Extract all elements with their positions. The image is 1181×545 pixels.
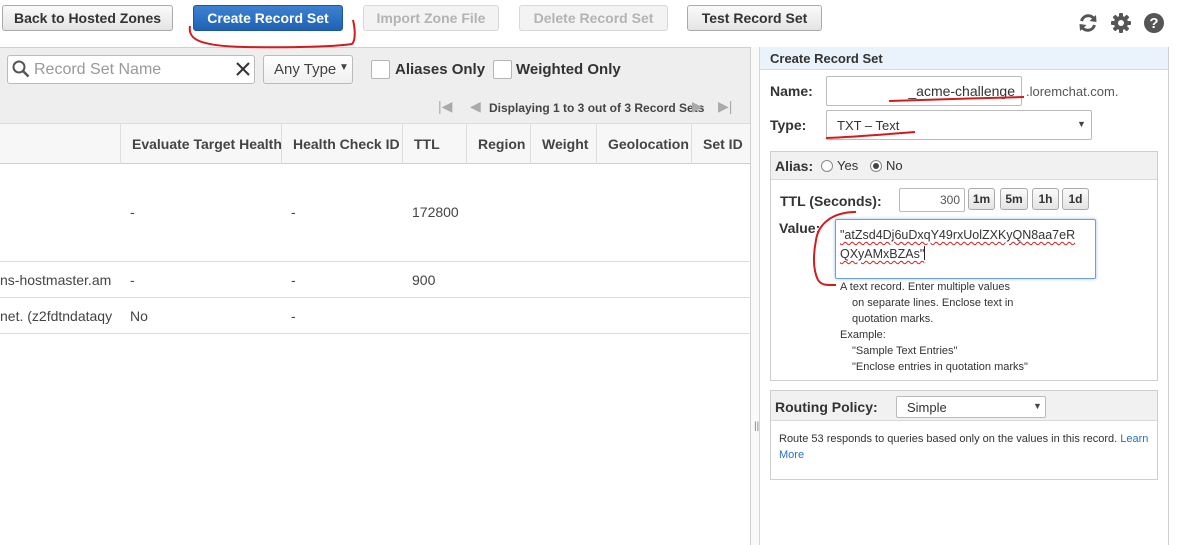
record-set-search[interactable] (7, 55, 255, 84)
alias-header: Alias: Yes No (771, 152, 1157, 180)
chevron-down-icon: ▼ (1077, 119, 1086, 129)
first-page-icon[interactable]: |◀ (438, 98, 452, 115)
refresh-icon[interactable] (1076, 11, 1100, 35)
search-input[interactable] (32, 59, 232, 80)
cell-value: ns-hostmaster.amaz (0, 272, 112, 288)
cell-value: net. (z2fdtndataqyv (0, 308, 112, 324)
ttl-5m-button[interactable]: 5m (1000, 188, 1028, 210)
record-table-header: Evaluate Target Health Health Check ID T… (0, 123, 751, 164)
column-geolocation[interactable]: Geolocation (596, 124, 689, 164)
clear-search-icon[interactable] (234, 60, 252, 83)
alias-no-label: No (886, 158, 903, 173)
table-row[interactable]: - - 172800 (0, 164, 751, 262)
last-page-icon[interactable]: ▶| (718, 98, 732, 115)
filter-bar: Any Type ▼ Aliases Only Weighted Only |◀… (0, 47, 751, 123)
gear-icon[interactable] (1109, 11, 1133, 35)
name-suffix: .loremchat.com. (1026, 84, 1119, 99)
weighted-only-checkbox[interactable] (493, 60, 512, 79)
routing-policy-label: Routing Policy: (775, 399, 878, 415)
back-to-hosted-zones-button[interactable]: Back to Hosted Zones (2, 5, 173, 31)
delete-record-set-button[interactable]: Delete Record Set (519, 5, 668, 31)
pager-text: Displaying 1 to 3 out of 3 Record Sets (489, 101, 705, 115)
cell-evaluate-target-health: - (130, 272, 135, 288)
aliases-only-checkbox[interactable] (371, 60, 390, 79)
type-filter-select[interactable]: Any Type ▼ (263, 55, 353, 84)
ttl-input[interactable]: 300 (899, 188, 965, 212)
cell-ttl: 172800 (412, 204, 459, 220)
routing-policy-select[interactable]: Simple ▼ (896, 396, 1046, 418)
aliases-only-label: Aliases Only (395, 61, 486, 78)
column-ttl[interactable]: TTL (402, 124, 440, 164)
value-help-line: on separate lines. Enclose text in (852, 297, 1014, 309)
cell-evaluate-target-health: No (130, 308, 148, 324)
previous-page-icon[interactable]: ◀ (470, 98, 481, 115)
ttl-label: TTL (Seconds): (780, 193, 882, 209)
value-help-example-label: Example: (840, 329, 886, 341)
import-zone-file-button[interactable]: Import Zone File (363, 5, 499, 31)
column-set-id[interactable]: Set ID (691, 124, 743, 164)
type-filter-value: Any Type (274, 61, 337, 78)
value-textarea[interactable]: "atZsd4Dj6uDxqY49rxUolZXKyQN8aa7eR QXyAM… (835, 219, 1096, 279)
type-select[interactable]: TXT – Text ▼ (826, 110, 1092, 140)
routing-policy-description: Route 53 responds to queries based only … (779, 433, 1149, 461)
routing-policy-section: Routing Policy: Simple ▼ Route 53 respon… (770, 390, 1158, 480)
value-help-example: "Enclose entries in quotation marks" (852, 361, 1028, 373)
drag-handle-icon: || (754, 421, 760, 432)
type-value: TXT – Text (837, 118, 900, 133)
ttl-value: 300 (939, 193, 960, 207)
next-page-icon[interactable]: ▶ (692, 98, 703, 115)
svg-text:?: ? (1149, 15, 1158, 32)
chevron-down-icon: ▼ (1033, 401, 1042, 411)
value-line-2: QXyAMxBZAs" (840, 246, 926, 261)
alias-label: Alias: (775, 158, 814, 174)
value-help-line: A text record. Enter multiple values (840, 281, 1010, 293)
value-label: Value: (779, 220, 821, 236)
name-field[interactable]: _acme-challenge (826, 76, 1022, 106)
create-record-set-button[interactable]: Create Record Set (193, 5, 343, 31)
cell-health-check-id: - (291, 204, 296, 220)
ttl-1h-button[interactable]: 1h (1032, 188, 1059, 210)
ttl-1m-button[interactable]: 1m (968, 188, 995, 210)
column-region[interactable]: Region (466, 124, 525, 164)
value-line-1: "atZsd4Dj6uDxqY49rxUolZXKyQN8aa7eR (840, 228, 1076, 242)
test-record-set-button[interactable]: Test Record Set (687, 5, 822, 31)
column-weight[interactable]: Weight (530, 124, 588, 164)
create-record-set-panel: Create Record Set Name: _acme-challenge … (760, 47, 1169, 545)
routing-policy-value: Simple (907, 400, 947, 415)
cell-evaluate-target-health: - (130, 204, 135, 220)
value-help-example: "Sample Text Entries" (852, 345, 958, 357)
column-health-check-id[interactable]: Health Check ID (281, 124, 400, 164)
chevron-down-icon: ▼ (339, 62, 349, 73)
search-icon (12, 60, 30, 83)
ttl-1d-button[interactable]: 1d (1062, 188, 1089, 210)
name-value: _acme-challenge (908, 83, 1015, 99)
cell-health-check-id: - (291, 272, 296, 288)
routing-policy-header: Routing Policy: Simple ▼ (771, 391, 1157, 421)
alias-yes-label: Yes (837, 158, 859, 173)
cell-health-check-id: - (291, 308, 296, 324)
weighted-only-label: Weighted Only (516, 61, 621, 78)
column-evaluate-target-health[interactable]: Evaluate Target Health (120, 124, 282, 164)
help-icon[interactable]: ? (1142, 11, 1166, 35)
panel-splitter[interactable]: || (750, 47, 760, 545)
table-row[interactable]: net. (z2fdtndataqyv No - (0, 298, 751, 334)
panel-title: Create Record Set (760, 47, 1168, 70)
table-row[interactable]: ns-hostmaster.amaz - - 900 (0, 262, 751, 298)
alias-yes-radio[interactable] (821, 160, 833, 172)
name-label: Name: (770, 83, 813, 99)
alias-no-radio[interactable] (870, 160, 882, 172)
type-label: Type: (770, 117, 807, 133)
value-help-line: quotation marks. (852, 313, 934, 325)
cell-ttl: 900 (412, 272, 436, 288)
